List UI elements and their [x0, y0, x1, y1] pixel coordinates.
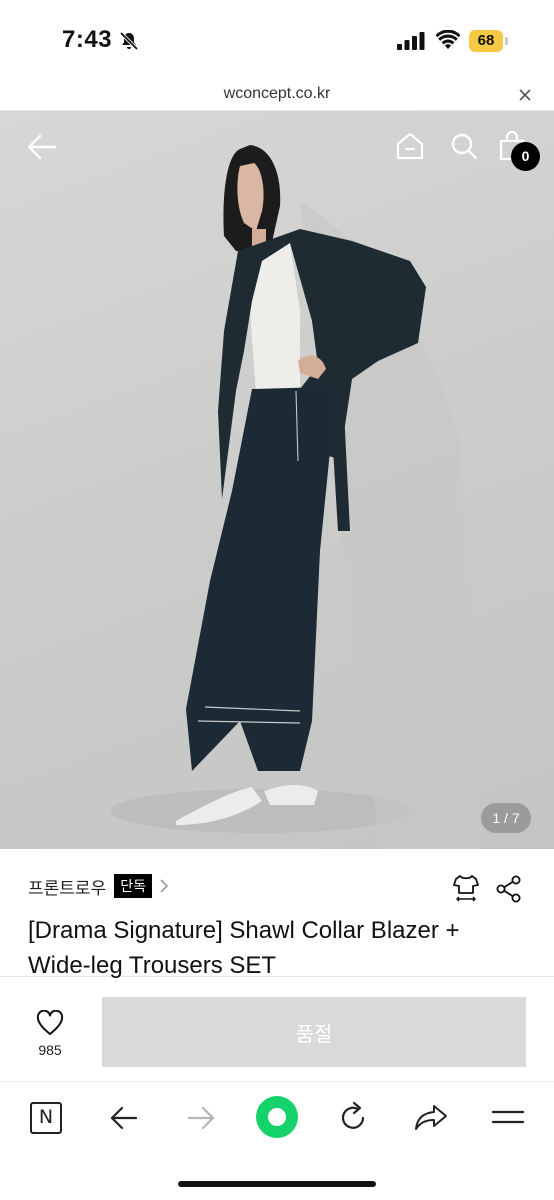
- reload-icon[interactable]: [337, 1100, 369, 1134]
- product-photo[interactable]: [0, 111, 554, 849]
- menu-icon[interactable]: [491, 1106, 525, 1128]
- product-image-carousel[interactable]: 0 1 / 7: [0, 111, 554, 849]
- size-guide-icon[interactable]: [451, 873, 481, 903]
- status-time: 7:43: [62, 26, 113, 53]
- battery-cap: [505, 37, 508, 45]
- home-icon[interactable]: [394, 131, 426, 161]
- brand-link[interactable]: 프론트로우 단독: [28, 873, 170, 899]
- browser-toolbar: N: [0, 1082, 554, 1200]
- home-indicator: [178, 1181, 376, 1187]
- battery-level: 68: [469, 30, 503, 52]
- heart-icon[interactable]: [36, 1010, 64, 1036]
- wifi-icon: [436, 30, 460, 49]
- url-domain[interactable]: wconcept.co.kr: [0, 85, 554, 103]
- product-title: [Drama Signature] Shawl Collar Blazer + …: [28, 917, 460, 979]
- brand-name[interactable]: 프론트로우: [28, 874, 106, 899]
- naver-home-icon[interactable]: N: [30, 1102, 62, 1134]
- purchase-action-bar: 985 품절: [0, 978, 554, 1082]
- status-bar: 7:43 68: [0, 0, 554, 80]
- browser-back-icon[interactable]: [108, 1104, 140, 1132]
- product-info: 프론트로우 단독 [Drama Signature] Shawl Collar …: [0, 849, 554, 979]
- share-icon[interactable]: [496, 875, 522, 903]
- image-counter: 1 / 7: [481, 803, 531, 833]
- browser-forward-icon[interactable]: [185, 1104, 217, 1132]
- search-icon[interactable]: [449, 131, 479, 161]
- like-count: 985: [38, 1042, 62, 1058]
- chevron-right-icon[interactable]: [158, 878, 170, 894]
- soldout-button[interactable]: 품절: [102, 997, 526, 1067]
- bell-muted-icon: [119, 31, 139, 51]
- cart-count-badge[interactable]: 0: [511, 142, 540, 171]
- cellular-signal-icon: [397, 32, 425, 50]
- browser-share-icon[interactable]: [413, 1102, 449, 1132]
- exclusive-badge: 단독: [114, 874, 152, 898]
- back-arrow-icon[interactable]: [26, 133, 58, 161]
- green-dot-button[interactable]: [256, 1096, 298, 1138]
- url-bar[interactable]: wconcept.co.kr: [0, 80, 554, 111]
- close-icon[interactable]: [516, 86, 534, 104]
